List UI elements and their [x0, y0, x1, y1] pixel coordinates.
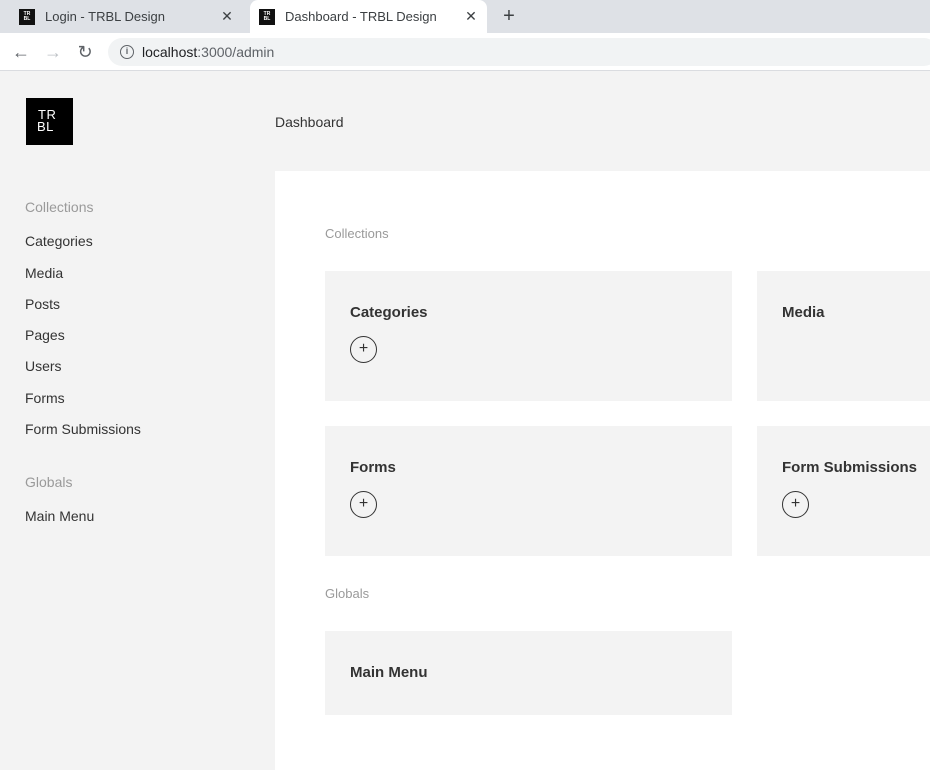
- card-media[interactable]: Media: [757, 271, 930, 401]
- favicon-icon: TR BL: [259, 8, 275, 25]
- favicon-text: BL: [23, 15, 31, 22]
- card-title: Media: [782, 304, 825, 321]
- card-forms[interactable]: Forms +: [325, 426, 732, 556]
- card-categories[interactable]: Categories +: [325, 271, 732, 401]
- card-title: Categories: [350, 304, 428, 321]
- sidebar-item-form-submissions[interactable]: Form Submissions: [25, 421, 141, 437]
- card-form-submissions[interactable]: Form Submissions +: [757, 426, 930, 556]
- favicon-icon: TR BL: [19, 8, 35, 25]
- sidebar-item-media[interactable]: Media: [25, 265, 63, 281]
- page-header: Dashboard: [275, 71, 930, 171]
- info-icon[interactable]: i: [120, 45, 134, 59]
- tab-login[interactable]: TR BL Login - TRBL Design ✕: [0, 0, 243, 33]
- sidebar-item-forms[interactable]: Forms: [25, 390, 65, 406]
- favicon-text: BL: [263, 15, 271, 22]
- new-tab-plus-icon[interactable]: +: [497, 5, 521, 29]
- forward-arrow-icon[interactable]: →: [42, 41, 64, 63]
- tab-dashboard[interactable]: TR BL Dashboard - TRBL Design ✕: [250, 0, 487, 33]
- card-title: Form Submissions: [782, 459, 918, 476]
- url-path: :3000/admin: [197, 44, 275, 60]
- globals-section-label: Globals: [325, 586, 370, 601]
- add-categories-button[interactable]: +: [350, 336, 377, 363]
- card-title: Main Menu: [350, 664, 428, 681]
- add-form-submissions-button[interactable]: +: [782, 491, 809, 518]
- add-forms-button[interactable]: +: [350, 491, 377, 518]
- sidebar-collections-heading: Collections: [25, 199, 94, 215]
- browser-tab-bar: TR BL Login - TRBL Design ✕ TR BL Dashbo…: [0, 0, 930, 33]
- browser-toolbar: ← → ↻ i localhost:3000/admin: [0, 33, 930, 71]
- sidebar: TR BL Collections Categories Media Posts…: [0, 71, 275, 770]
- sidebar-globals-heading: Globals: [25, 474, 73, 490]
- close-icon[interactable]: ✕: [463, 8, 479, 24]
- url-host: localhost: [142, 44, 198, 60]
- logo[interactable]: TR BL: [26, 98, 73, 145]
- collections-section-label: Collections: [325, 226, 389, 241]
- close-icon[interactable]: ✕: [219, 8, 235, 24]
- card-main-menu[interactable]: Main Menu: [325, 631, 732, 715]
- sidebar-item-categories[interactable]: Categories: [25, 233, 93, 249]
- sidebar-item-users[interactable]: Users: [25, 358, 62, 374]
- reload-icon[interactable]: ↻: [74, 41, 96, 63]
- sidebar-item-pages[interactable]: Pages: [25, 327, 65, 343]
- logo-line-2: BL: [37, 119, 54, 134]
- back-arrow-icon[interactable]: ←: [10, 41, 32, 63]
- tab-title: Login - TRBL Design: [45, 9, 165, 24]
- address-bar[interactable]: i localhost:3000/admin: [108, 38, 930, 66]
- sidebar-item-main-menu[interactable]: Main Menu: [25, 508, 94, 524]
- sidebar-item-posts[interactable]: Posts: [25, 296, 60, 312]
- tab-title: Dashboard - TRBL Design: [285, 9, 437, 24]
- breadcrumb: Dashboard: [275, 114, 344, 130]
- dashboard-main: Collections Categories + Media Forms + F…: [275, 171, 930, 770]
- card-title: Forms: [350, 459, 396, 476]
